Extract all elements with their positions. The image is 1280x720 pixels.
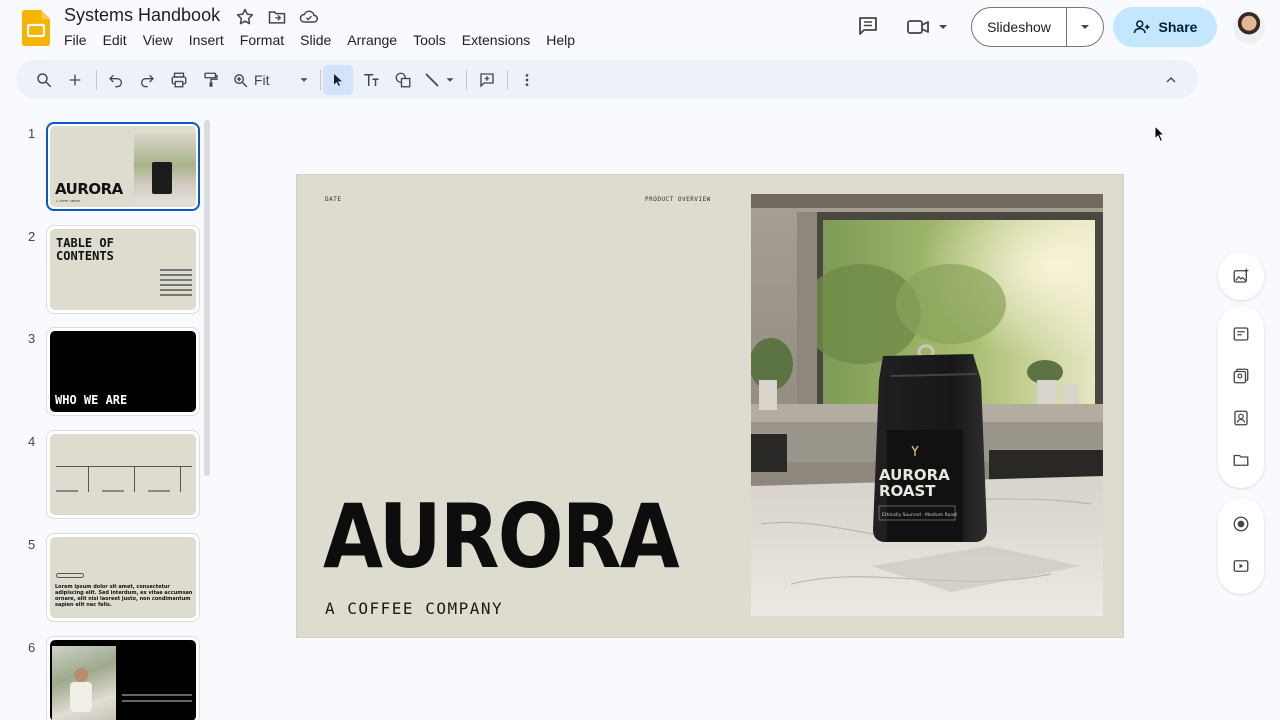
cloud-status-icon[interactable] (298, 6, 320, 28)
menu-tools[interactable]: Tools (405, 30, 454, 50)
redo-icon[interactable] (135, 68, 159, 92)
generate-image-icon[interactable] (1228, 263, 1254, 289)
avatar[interactable] (1233, 12, 1265, 44)
slide-title[interactable]: AURORA (323, 493, 680, 581)
menu-help[interactable]: Help (538, 30, 583, 50)
slides-logo-icon[interactable] (22, 10, 50, 46)
keep-icon[interactable] (1228, 363, 1254, 389)
slide-thumbnail-1[interactable]: 1 AURORA A COFFEE COMPANY (0, 122, 210, 212)
video-recording-icon[interactable] (1228, 553, 1254, 579)
text-box-icon[interactable] (359, 68, 383, 92)
comments-icon[interactable] (856, 14, 880, 38)
menu-arrange[interactable]: Arrange (339, 30, 405, 50)
chevron-down-icon (1081, 25, 1089, 29)
insert-comment-icon[interactable] (475, 68, 499, 92)
slide-number: 1 (28, 126, 36, 141)
share-button[interactable]: Share (1113, 7, 1217, 47)
star-icon[interactable] (234, 6, 256, 28)
thumb-title: AURORA (55, 180, 123, 198)
thumb-caption: A COFFEE COMPANY (56, 200, 81, 203)
chevron-down-icon (939, 25, 947, 29)
slide-number: 6 (28, 640, 36, 655)
bag-small-text: Ethically Sourced · Medium Roast (882, 512, 957, 518)
slideshow-button[interactable]: Slideshow (972, 8, 1067, 46)
slide-number: 5 (28, 537, 36, 552)
collapse-toolbar-icon[interactable] (1159, 68, 1183, 92)
notes-panel-icon[interactable] (1228, 321, 1254, 347)
mouse-cursor-icon (1154, 124, 1166, 148)
slide-thumbnail-6[interactable]: 6 (0, 636, 210, 720)
date-label[interactable]: DATE (325, 196, 341, 203)
chevron-down-icon[interactable] (443, 68, 457, 92)
menu-insert[interactable]: Insert (181, 30, 232, 50)
slide-subtitle[interactable]: A COFFEE COMPANY (325, 599, 503, 618)
more-options-icon[interactable] (515, 68, 539, 92)
bag-label-2: ROAST (879, 482, 936, 500)
print-icon[interactable] (167, 68, 191, 92)
record-icon[interactable] (1228, 511, 1254, 537)
menu-slide[interactable]: Slide (292, 30, 339, 50)
meet-call-button[interactable] (906, 14, 952, 40)
video-camera-icon (907, 20, 929, 34)
thumb-title: TABLE OF CONTENTS (56, 236, 114, 263)
zoom-icon[interactable] (228, 68, 252, 92)
select-tool-icon[interactable] (323, 65, 353, 95)
slide-number: 2 (28, 229, 36, 244)
slide-thumbnail-5[interactable]: 5 Lorem ipsum dolor sit amet, consectetu… (0, 533, 210, 623)
slide-thumbnail-2[interactable]: 2 TABLE OF CONTENTS (0, 225, 210, 315)
toolbar: Fit (16, 60, 1198, 99)
share-label: Share (1158, 19, 1198, 35)
contacts-icon[interactable] (1228, 405, 1254, 431)
thumb-title: WHO WE ARE (55, 393, 128, 407)
slide-number: 3 (28, 331, 36, 346)
undo-icon[interactable] (104, 68, 128, 92)
slide-number: 4 (28, 434, 36, 449)
move-folder-icon[interactable] (266, 6, 288, 28)
slideshow-button-group: Slideshow (971, 7, 1104, 47)
paint-format-icon[interactable] (199, 68, 223, 92)
new-slide-icon[interactable] (63, 68, 87, 92)
thumb-body: Lorem ipsum dolor sit amet, consectetur … (55, 584, 193, 608)
menu-view[interactable]: View (135, 30, 181, 50)
folder-icon[interactable] (1228, 447, 1254, 473)
search-menus-icon[interactable] (32, 68, 56, 92)
person-add-icon (1133, 20, 1150, 34)
zoom-label: Fit (254, 72, 270, 88)
menu-bar: File Edit View Insert Format Slide Arrange Tool… (56, 30, 583, 50)
menu-extensions[interactable]: Extensions (454, 30, 538, 50)
menu-format[interactable]: Format (232, 30, 292, 50)
chevron-down-icon[interactable] (296, 68, 312, 92)
document-title[interactable]: Systems Handbook (64, 5, 220, 26)
product-overview-label[interactable]: PRODUCT OVERVIEW (645, 196, 711, 203)
slide-thumbnail-4[interactable]: 4 (0, 430, 210, 520)
slide-thumbnail-3[interactable]: 3 WHO WE ARE (0, 327, 210, 417)
slide-canvas[interactable]: DATE PRODUCT OVERVIEW AURORA A COFFEE CO… (296, 174, 1124, 638)
coffee-bag-photo[interactable]: AURORA ROAST Ethically Sourced · Medium … (751, 194, 1103, 616)
line-icon[interactable] (420, 68, 444, 92)
slideshow-dropdown-button[interactable] (1067, 8, 1103, 46)
menu-file[interactable]: File (56, 30, 95, 50)
menu-edit[interactable]: Edit (95, 30, 135, 50)
shape-icon[interactable] (391, 68, 415, 92)
